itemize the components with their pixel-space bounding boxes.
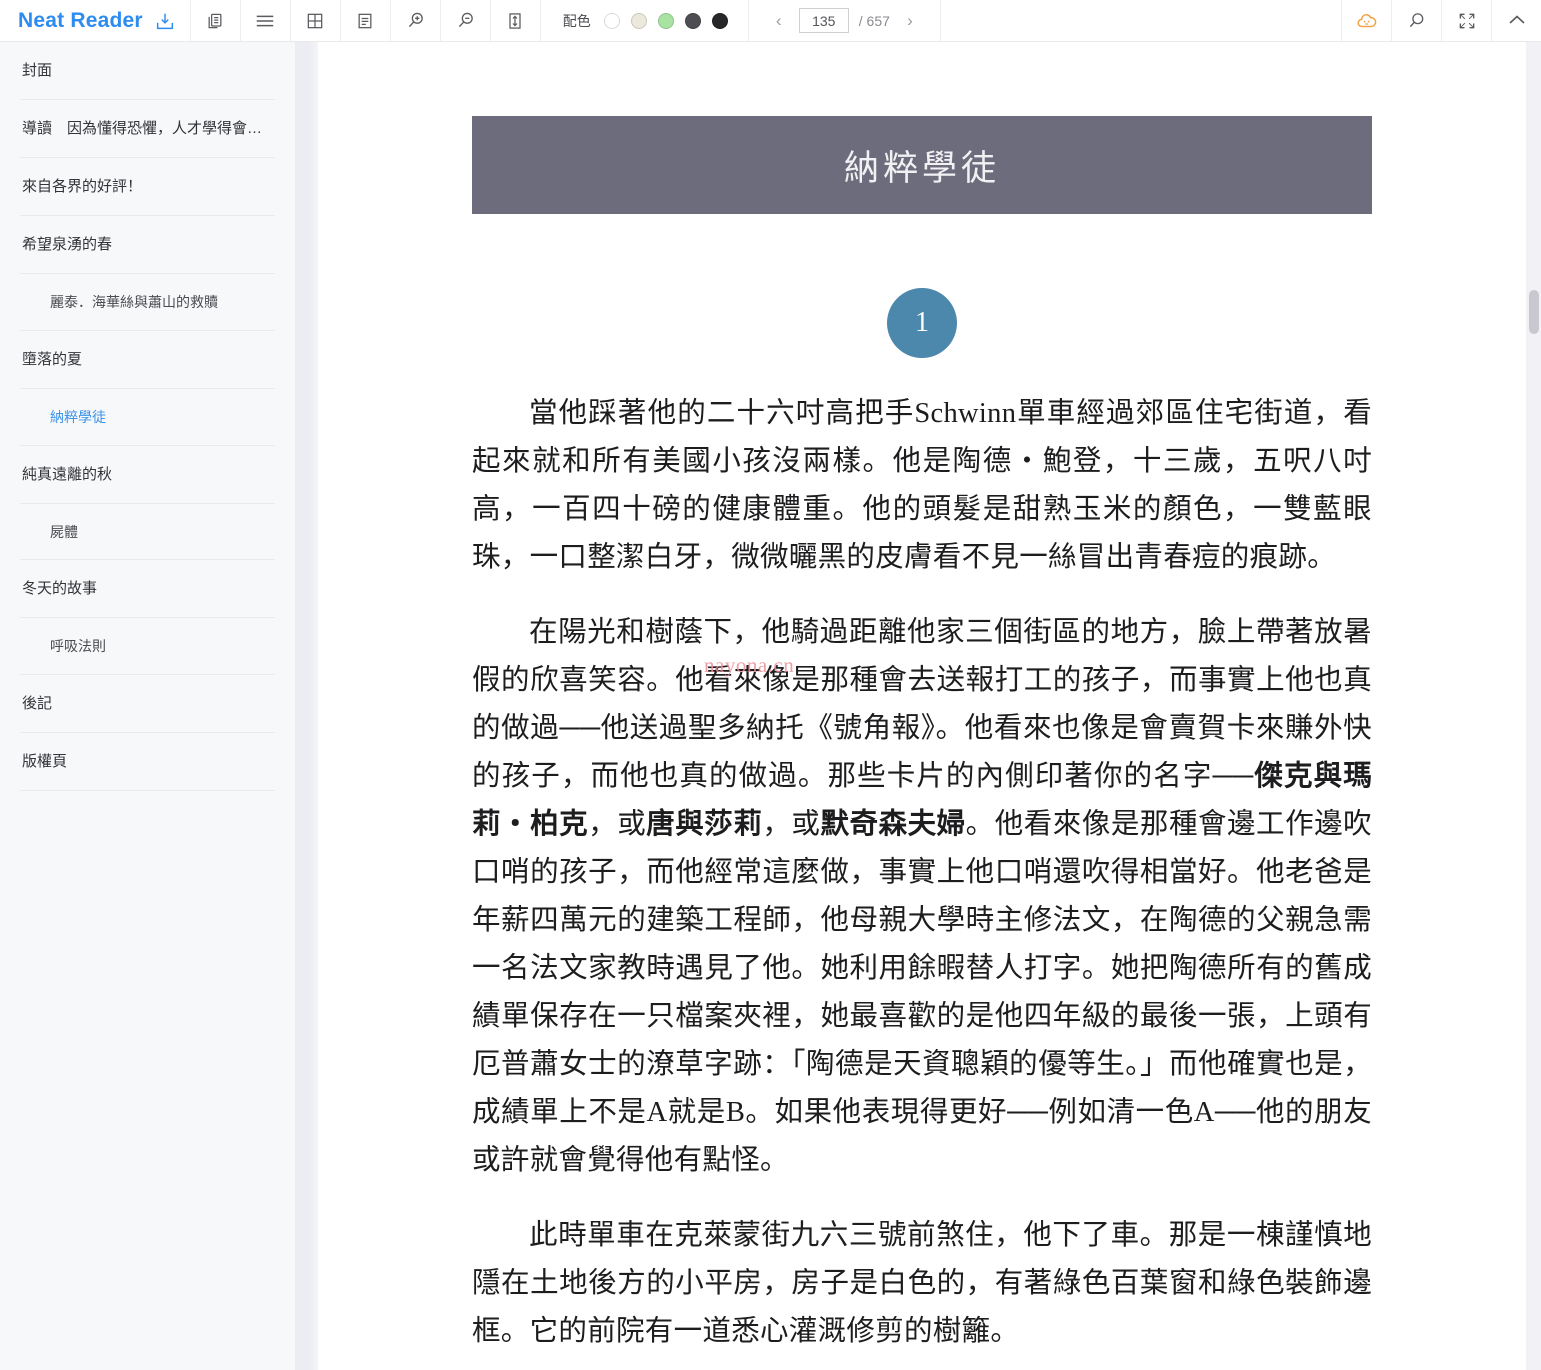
sidebar-item-the-body[interactable]: 屍體 (20, 504, 275, 561)
cloud-sync-icon[interactable] (1341, 0, 1391, 41)
swatch-cream[interactable] (630, 12, 647, 29)
collapse-up-icon[interactable] (1491, 0, 1541, 41)
toolbar-icon-group (191, 0, 541, 41)
sidebar-item-rita-hayworth[interactable]: 麗泰．海華絲與蕭山的救贖 (20, 274, 275, 331)
reader-pane: 納粹學徒 1 當他踩著他的二十六吋高把手Schwinn單車經過郊區住宅街道，看起… (318, 42, 1526, 1370)
vertical-scrollbar-thumb[interactable] (1529, 290, 1539, 334)
name-don-sally: 唐與莎莉 (646, 809, 763, 840)
copy-book-icon[interactable] (191, 0, 241, 41)
toolbar-right-group (1341, 0, 1541, 41)
zoom-in-icon[interactable] (391, 0, 441, 41)
section-badge-wrap: 1 (472, 288, 1372, 358)
sidebar-item-spring[interactable]: 希望泉湧的春 (20, 216, 275, 274)
page-number-input[interactable] (798, 8, 849, 33)
sidebar-item-introduction[interactable]: 導讀 因為懂得恐懼，人才學得會溫柔… (20, 100, 275, 158)
paragraph-2-part1: 在陽光和樹蔭下，他騎過距離他家三個街區的地方，臉上帶著放暑假的欣喜笑容。他看來像… (472, 617, 1372, 792)
chapter-body: 當他踩著他的二十六吋高把手Schwinn單車經過郊區住宅街道，看起來就和所有美國… (472, 390, 1372, 1356)
total-pages-label: / 657 (858, 12, 890, 29)
line-height-icon[interactable] (491, 0, 541, 41)
sidebar-item-praise[interactable]: 來自各界的好評！ (20, 158, 275, 216)
swatch-white[interactable] (603, 12, 620, 29)
page-navigation: ‹ / 657 › (749, 0, 941, 41)
sidebar-item-summer[interactable]: 墮落的夏 (20, 331, 275, 389)
color-scheme-label: 配色 (562, 12, 591, 29)
swatch-green[interactable] (657, 12, 674, 29)
search-icon[interactable] (1391, 0, 1441, 41)
prev-page-button[interactable]: ‹ (769, 9, 789, 33)
chapter-title-banner: 納粹學徒 (472, 116, 1372, 214)
sidebar-divider (295, 42, 318, 1370)
app-title: Neat Reader (18, 8, 143, 32)
fullscreen-icon[interactable] (1441, 0, 1491, 41)
save-to-library-icon[interactable] (154, 10, 176, 32)
color-scheme-group: 配色 (541, 0, 749, 41)
vertical-scrollbar-track[interactable] (1526, 42, 1541, 1370)
sidebar-item-winter[interactable]: 冬天的故事 (20, 560, 275, 619)
grid-layout-icon[interactable] (291, 0, 341, 41)
paragraph-2: 在陽光和樹蔭下，他騎過距離他家三個街區的地方，臉上帶著放暑假的欣喜笑容。他看來像… (472, 609, 1372, 1185)
paragraph-2-mid2: ，或 (762, 809, 821, 840)
single-column-icon[interactable] (341, 0, 391, 41)
toc-sidebar[interactable]: 封面 導讀 因為懂得恐懼，人才學得會溫柔… 來自各界的好評！ 希望泉湧的春 麗泰… (0, 42, 295, 1370)
section-number-badge: 1 (887, 288, 957, 358)
sidebar-item-copyright[interactable]: 版權頁 (20, 733, 275, 792)
toc-list: 封面 導讀 因為懂得恐懼，人才學得會溫柔… 來自各界的好評！ 希望泉湧的春 麗泰… (0, 42, 295, 792)
zoom-out-icon[interactable] (441, 0, 491, 41)
paragraph-2-mid1: ，或 (588, 809, 647, 840)
swatch-gray[interactable] (684, 12, 701, 29)
name-murchison-couple: 默奇森夫婦 (820, 809, 966, 840)
sidebar-item-autumn[interactable]: 純真遠離的秋 (20, 446, 275, 504)
paragraph-2-part2: 。他看來像是那種會邊工作邊吹口哨的孩子，而他經常這麼做，事實上他口哨還吹得相當好… (472, 809, 1372, 1176)
paragraph-1: 當他踩著他的二十六吋高把手Schwinn單車經過郊區住宅街道，看起來就和所有美國… (472, 398, 1372, 573)
sidebar-item-cover[interactable]: 封面 (20, 42, 275, 100)
brand-area: Neat Reader (0, 0, 191, 41)
page-title: 納粹學徒 (843, 148, 1000, 188)
swatch-black[interactable] (711, 12, 728, 29)
book-page: 納粹學徒 1 當他踩著他的二十六吋高把手Schwinn單車經過郊區住宅街道，看起… (472, 42, 1372, 1356)
sidebar-item-afterword[interactable]: 後記 (20, 675, 275, 734)
next-page-button[interactable]: › (900, 9, 920, 33)
top-toolbar: Neat Reader 配色 ‹ 135 / 657 › (0, 0, 1541, 42)
toc-list-icon[interactable] (241, 0, 291, 41)
paragraph-3: 此時單車在克萊蒙街九六三號前煞住，他下了車。那是一棟謹慎地隱在土地後方的小平房，… (472, 1220, 1372, 1347)
sidebar-item-breathing-method[interactable]: 呼吸法則 (20, 618, 275, 676)
sidebar-item-apt-pupil[interactable]: 納粹學徒 (20, 389, 275, 446)
